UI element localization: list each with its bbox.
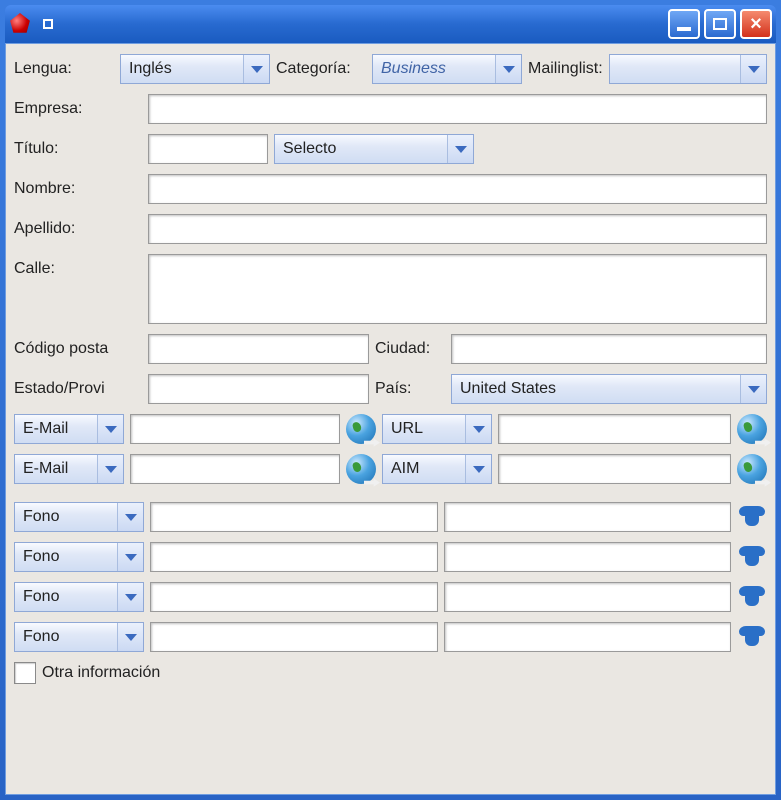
titlebar[interactable]: ×: [5, 5, 776, 43]
window-frame: × Lengua: Inglés Categoría: Business Mai…: [0, 0, 781, 800]
chevron-down-icon: [495, 55, 521, 83]
globe-icon[interactable]: [737, 414, 767, 444]
otherinfo-label: Otra información: [42, 664, 160, 682]
country-value: United States: [452, 380, 740, 398]
chevron-down-icon: [117, 583, 143, 611]
category-select[interactable]: Business: [372, 54, 522, 84]
otherinfo-checkbox[interactable]: [14, 662, 36, 684]
contact2b-type-select[interactable]: AIM: [382, 454, 492, 484]
phone2-type-select[interactable]: Fono: [14, 542, 144, 572]
language-label: Lengua:: [14, 60, 114, 78]
titlebar-menu-icon[interactable]: [43, 19, 53, 29]
phone4-input[interactable]: [150, 622, 438, 652]
globe-icon[interactable]: [346, 454, 376, 484]
phone4b-input[interactable]: [444, 622, 732, 652]
title-input[interactable]: [148, 134, 268, 164]
chevron-down-icon: [447, 135, 473, 163]
globe-icon[interactable]: [737, 454, 767, 484]
name-label: Nombre:: [14, 180, 142, 198]
postalcode-label: Código posta: [14, 340, 142, 358]
chevron-down-icon: [97, 415, 123, 443]
contact1-type-select[interactable]: E-Mail: [14, 414, 124, 444]
lastname-input[interactable]: [148, 214, 767, 244]
chevron-down-icon: [740, 375, 766, 403]
mailinglist-select[interactable]: [609, 54, 767, 84]
salutation-value: Selecto: [275, 140, 447, 158]
phone1b-input[interactable]: [444, 502, 732, 532]
country-label: País:: [375, 380, 445, 398]
phone2-input[interactable]: [150, 542, 438, 572]
chevron-down-icon: [243, 55, 269, 83]
contact2-type-select[interactable]: E-Mail: [14, 454, 124, 484]
client-area: Lengua: Inglés Categoría: Business Maili…: [5, 43, 776, 795]
phone2b-input[interactable]: [444, 542, 732, 572]
phone3b-input[interactable]: [444, 582, 732, 612]
company-label: Empresa:: [14, 100, 142, 118]
globe-icon[interactable]: [346, 414, 376, 444]
postalcode-input[interactable]: [148, 334, 369, 364]
phone3-input[interactable]: [150, 582, 438, 612]
contact1-input[interactable]: [130, 414, 340, 444]
phone-icon[interactable]: [737, 504, 767, 530]
contact1b-type-select[interactable]: URL: [382, 414, 492, 444]
app-icon: [9, 13, 31, 35]
language-value: Inglés: [121, 60, 243, 78]
city-input[interactable]: [451, 334, 767, 364]
language-select[interactable]: Inglés: [120, 54, 270, 84]
phone-icon[interactable]: [737, 544, 767, 570]
category-label: Categoría:: [276, 60, 366, 78]
city-label: Ciudad:: [375, 340, 445, 358]
chevron-down-icon: [465, 415, 491, 443]
chevron-down-icon: [117, 623, 143, 651]
contact2b-input[interactable]: [498, 454, 731, 484]
phone3-type-select[interactable]: Fono: [14, 582, 144, 612]
close-button[interactable]: ×: [740, 9, 772, 39]
phone-icon[interactable]: [737, 624, 767, 650]
contact1b-input[interactable]: [498, 414, 731, 444]
chevron-down-icon: [117, 503, 143, 531]
street-label: Calle:: [14, 254, 142, 278]
phone1-input[interactable]: [150, 502, 438, 532]
street-input[interactable]: [148, 254, 767, 324]
salutation-select[interactable]: Selecto: [274, 134, 474, 164]
company-input[interactable]: [148, 94, 767, 124]
chevron-down-icon: [117, 543, 143, 571]
phone4-type-select[interactable]: Fono: [14, 622, 144, 652]
chevron-down-icon: [465, 455, 491, 483]
category-value: Business: [373, 60, 495, 78]
phone1-type-select[interactable]: Fono: [14, 502, 144, 532]
lastname-label: Apellido:: [14, 220, 142, 238]
country-select[interactable]: United States: [451, 374, 767, 404]
maximize-button[interactable]: [704, 9, 736, 39]
name-input[interactable]: [148, 174, 767, 204]
contact2-input[interactable]: [130, 454, 340, 484]
mailinglist-label: Mailinglist:: [528, 60, 603, 78]
minimize-button[interactable]: [668, 9, 700, 39]
state-label: Estado/Provi: [14, 380, 142, 398]
title-label: Título:: [14, 140, 142, 158]
state-input[interactable]: [148, 374, 369, 404]
phone-icon[interactable]: [737, 584, 767, 610]
chevron-down-icon: [740, 55, 766, 83]
chevron-down-icon: [97, 455, 123, 483]
